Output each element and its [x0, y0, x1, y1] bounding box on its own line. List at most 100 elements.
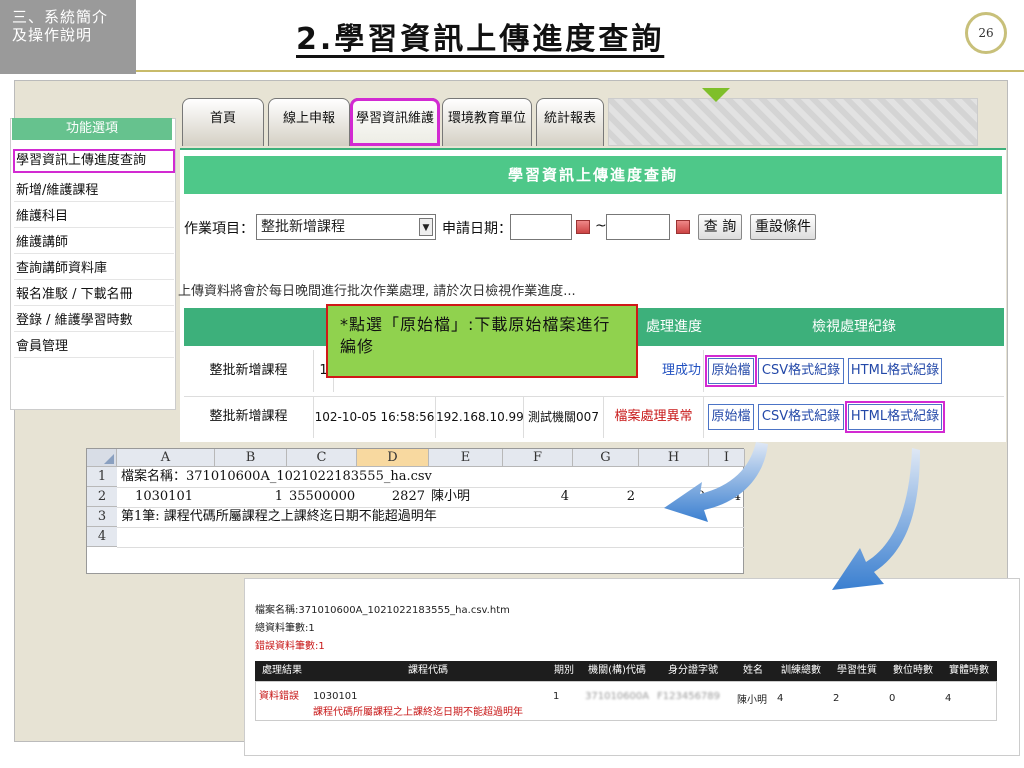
- row2-time: 102-10-05 16:58:56: [314, 396, 436, 438]
- col-d: D: [357, 449, 429, 467]
- cell-a2: 1030101: [135, 489, 193, 504]
- col-b: B: [215, 449, 287, 467]
- rh-total: 訓練總數: [773, 661, 829, 681]
- cell-e2: 陳小明: [431, 489, 471, 504]
- col-g: G: [573, 449, 639, 467]
- row2-job: 整批新增課程: [184, 396, 314, 438]
- record-name: 陳小明: [737, 695, 767, 706]
- cell-a3: 第1筆: 課程代碼所屬課程之上課終迄日期不能超過明年: [121, 509, 437, 524]
- grid-line: [117, 527, 745, 528]
- excel-preview: A B C D E F G H I 1 2 3 4 檔案名稱：371010600…: [86, 448, 745, 574]
- callout-note: *點選「原始檔」:下載原始檔案進行編修: [326, 304, 638, 378]
- job-select[interactable]: 整批新增課程 ▼: [256, 214, 436, 240]
- tab-statistics[interactable]: 統計報表: [536, 98, 604, 146]
- sidebar-item-members[interactable]: 會員管理: [14, 336, 174, 358]
- page-number: 26: [965, 12, 1007, 54]
- sidebar-item-maintain-subject[interactable]: 維護科目: [14, 206, 174, 228]
- sidebar-item-maintain-course[interactable]: 新增/維護課程: [14, 180, 174, 202]
- row2-raw-file-button[interactable]: 原始檔: [708, 404, 754, 430]
- col-a: A: [117, 449, 215, 467]
- date-label: 申請日期：: [442, 221, 512, 237]
- row-3-header: 3: [87, 507, 117, 527]
- record-filename: 檔案名稱:371010600A_1021022183555_ha.csv.htm: [255, 605, 510, 616]
- tab-online-report[interactable]: 線上申報: [268, 98, 350, 146]
- tab-learning-info[interactable]: 學習資訊維護: [350, 98, 440, 146]
- row-2-header: 2: [87, 487, 117, 507]
- row2-ip: 192.168.10.99: [436, 396, 524, 438]
- record-result: 資料錯誤: [259, 691, 299, 702]
- date-end-field[interactable]: [606, 214, 670, 240]
- slide-title: 2.學習資訊上傳進度查詢: [296, 22, 665, 57]
- col-e: E: [429, 449, 503, 467]
- row1-job: 整批新增課程: [184, 350, 314, 392]
- header-divider: [136, 70, 1024, 72]
- cell-b2: 1: [274, 489, 283, 504]
- row1-html-record-button[interactable]: HTML格式紀錄: [848, 358, 942, 384]
- col-header-records: 檢視處理紀錄: [704, 308, 1004, 346]
- cell-g2: 2: [626, 489, 635, 504]
- row2-user: 測試機關007: [524, 396, 604, 438]
- cell-d2: 2827: [391, 489, 425, 504]
- record-code: 1030101: [313, 691, 358, 702]
- record-id: F123456789: [657, 691, 721, 702]
- batch-notice: 上傳資料將會於每日晚間進行批次作業處理, 請於次日檢視作業進度...: [178, 284, 576, 299]
- record-errors: 錯誤資料筆數:1: [255, 641, 325, 652]
- record-total-value: 4: [777, 693, 784, 704]
- sidebar-item-upload-progress[interactable]: 學習資訊上傳進度查詢: [13, 149, 175, 173]
- triangle-icon: [104, 454, 114, 464]
- section-badge-line2: 及操作說明: [12, 26, 93, 44]
- row1-csv-record-button[interactable]: CSV格式紀錄: [758, 358, 844, 384]
- decor-triangle-icon: [702, 88, 730, 102]
- chevron-down-icon[interactable]: ▼: [419, 218, 433, 236]
- record-digital: 0: [889, 693, 896, 704]
- query-panel-title: 學習資訊上傳進度查詢: [184, 156, 1002, 194]
- section-badge-line1: 三、系統簡介: [12, 8, 109, 26]
- grid-line: [117, 547, 745, 548]
- col-c: C: [287, 449, 357, 467]
- job-label: 作業項目：: [184, 221, 254, 237]
- rh-id: 身分證字號: [653, 661, 733, 681]
- tab-home[interactable]: 首頁: [182, 98, 264, 146]
- rh-physical: 實體時數: [941, 661, 997, 681]
- calendar-icon[interactable]: [676, 220, 690, 234]
- row2-status: 檔案處理異常: [604, 396, 704, 438]
- tab-bar-decoration: [608, 98, 978, 146]
- row1-raw-file-button[interactable]: 原始檔: [705, 355, 757, 387]
- rh-code: 課程代碼: [309, 661, 547, 681]
- cell-a1: 檔案名稱：371010600A_1021022183555_ha.csv: [121, 469, 432, 484]
- search-button[interactable]: 查 詢: [698, 214, 742, 240]
- rh-digital: 數位時數: [885, 661, 941, 681]
- record-period: 1: [553, 691, 560, 702]
- html-record-preview: 檔案名稱:371010600A_1021022183555_ha.csv.htm…: [244, 578, 1020, 756]
- calendar-icon[interactable]: [576, 220, 590, 234]
- record-total: 總資料筆數:1: [255, 623, 315, 634]
- reset-button[interactable]: 重設條件: [750, 214, 816, 240]
- arrow-to-excel-icon: [660, 438, 770, 528]
- sidebar-item-learning-hours[interactable]: 登錄 / 維護學習時數: [14, 310, 174, 332]
- record-nature: 2: [833, 693, 840, 704]
- record-message: 課程代碼所屬課程之上課終迄日期不能超過明年: [313, 707, 523, 718]
- arrow-to-html-icon: [826, 444, 922, 594]
- sidebar-item-enrollment[interactable]: 報名准駁 / 下載名冊: [14, 284, 174, 306]
- row2-html-record-button[interactable]: HTML格式紀錄: [845, 401, 945, 433]
- date-start-field[interactable]: [510, 214, 572, 240]
- row2-csv-record-button[interactable]: CSV格式紀錄: [758, 404, 844, 430]
- record-physical: 4: [945, 693, 952, 704]
- col-f: F: [503, 449, 573, 467]
- record-org: 371010600A: [585, 691, 650, 702]
- sidebar-header: 功能選項: [12, 118, 172, 140]
- sidebar-item-maintain-lecturer[interactable]: 維護講師: [14, 232, 174, 254]
- rh-name: 姓名: [733, 661, 773, 681]
- date-separator: ~: [595, 218, 607, 234]
- tab-environment-unit[interactable]: 環境教育單位: [442, 98, 532, 146]
- rh-result: 處理結果: [255, 661, 309, 681]
- row-4-header: 4: [87, 527, 117, 547]
- section-badge: 三、系統簡介 及操作說明: [0, 0, 136, 74]
- rh-org: 機關(構)代碼: [581, 661, 653, 681]
- cell-c2: 355000000: [289, 489, 355, 504]
- job-select-value: 整批新增課程: [261, 219, 345, 235]
- tab-bar: 首頁 線上申報 學習資訊維護 環境教育單位 統計報表: [178, 98, 978, 148]
- sidebar-item-lecturer-db[interactable]: 查詢講師資料庫: [14, 258, 174, 280]
- row-1-header: 1: [87, 467, 117, 487]
- cell-f2: 4: [560, 489, 569, 504]
